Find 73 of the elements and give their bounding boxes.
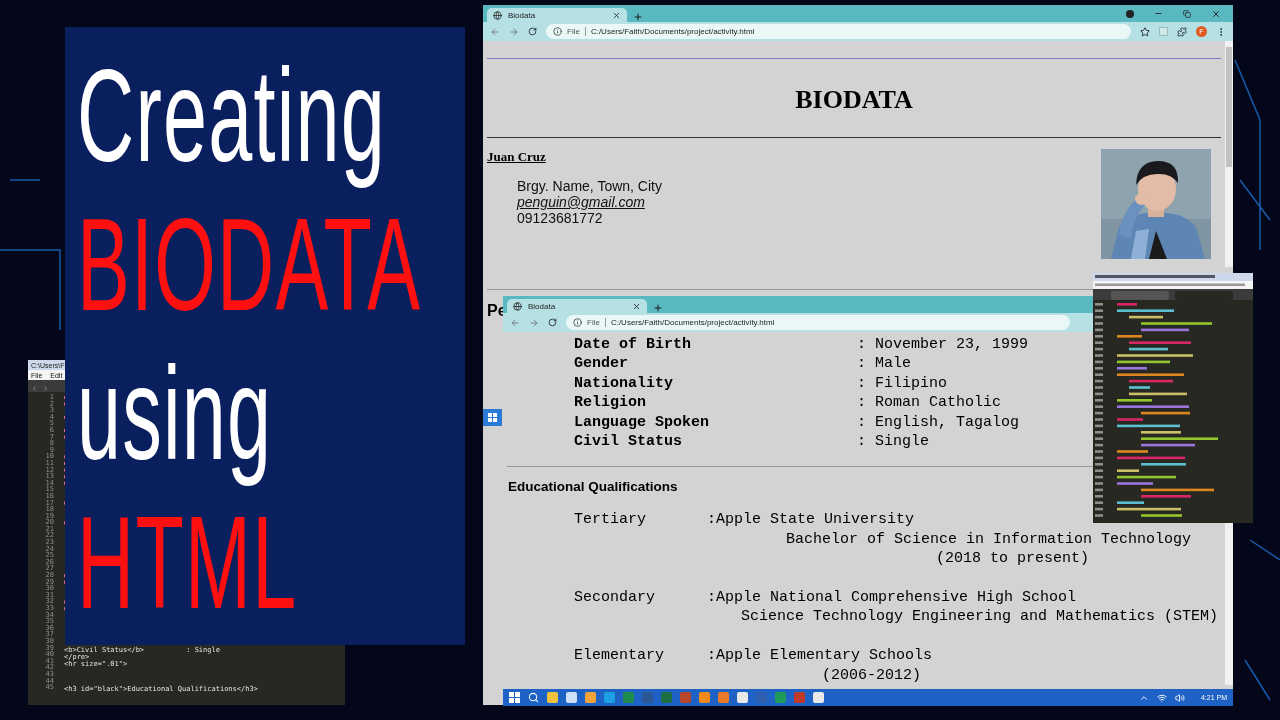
reload-icon[interactable] [528,27,537,36]
new-tab-icon[interactable] [653,303,663,313]
taskbar-app-icon[interactable] [737,692,748,703]
close-icon[interactable] [612,10,621,20]
info-icon [573,318,582,327]
tab-scroll-right-icon[interactable] [42,385,49,392]
title-text: HTML [77,488,298,638]
browser-tab[interactable]: Biodata [487,8,627,22]
taskbar-app-icon[interactable] [566,692,577,703]
taskbar-app-icon[interactable] [604,692,615,703]
wifi-icon[interactable] [1156,692,1167,703]
field-label: Date of Birth [574,335,693,355]
profile-icon[interactable] [1126,9,1134,18]
email-link[interactable]: penguin@gmail.com [517,194,662,210]
education-detail: :Apple Elementary Schools [707,646,933,666]
field-value: : Male [857,354,912,374]
title-text: Creating [77,41,386,191]
education-detail: Bachelor of Science in Information Technology [786,529,1192,550]
person-name: Juan Cruz [487,149,547,165]
puzzle-icon[interactable] [1177,26,1187,37]
taskbar-app-icon[interactable] [718,692,729,703]
scrollbar[interactable] [1225,520,1233,685]
close-icon[interactable] [1211,8,1221,19]
field-value: : Single [857,432,930,452]
address-bar[interactable]: File C:/Users/Faith/Documents/project/activity.html [546,24,1131,39]
forward-icon[interactable] [529,317,539,328]
address-line: Brgy. Name, Town, City [517,178,662,194]
title-text: BIODATA [77,190,422,340]
taskbar-app-icon[interactable] [585,692,596,703]
education-detail: :Apple National Comprehensive High School [707,588,1077,608]
new-tab-icon[interactable] [633,12,643,22]
close-icon[interactable] [632,301,641,311]
windows-logo-icon[interactable] [483,409,502,426]
field-value: : Roman Catholic [857,393,1003,413]
field-value: : November 23, 1999 [857,335,1030,355]
taskbar-app-icon[interactable] [699,692,710,703]
tab-scroll-left-icon[interactable] [31,385,38,392]
back-icon[interactable] [490,26,500,37]
address-bar[interactable]: File C:/Users/Faith/Documents/project/activity.html [566,315,1070,330]
restore-icon[interactable] [1183,9,1191,18]
info-icon [553,27,562,36]
education-level: Elementary [574,646,665,667]
education-detail: (2006-2012) [822,665,922,686]
address-line: 09123681772 [517,210,604,226]
page-heading: BIODATA [794,85,914,115]
search-icon[interactable] [528,692,539,703]
scrollbar[interactable] [1225,41,1233,267]
back-icon[interactable] [510,317,520,328]
forward-icon[interactable] [509,26,519,37]
globe-icon [493,10,502,20]
field-value: : Filipino [857,373,948,394]
reload-icon[interactable] [548,318,557,327]
education-detail: :Apple State University [707,510,915,530]
field-value: : English, Tagalog [857,412,1021,433]
windows-logo-icon[interactable] [509,692,520,703]
education-detail: (2018 to present) [936,549,1090,569]
extension-icon[interactable] [1159,27,1168,36]
globe-icon [513,301,522,311]
taskbar-app-icon[interactable] [775,692,786,703]
field-label: Gender [574,354,629,374]
education-detail: Science Technology Engineering and Mathematics (STEM) [741,607,1219,627]
field-label: Civil Status [574,432,684,452]
field-label: Language Spoken [574,412,711,433]
star-icon[interactable] [1140,26,1150,37]
field-label: Religion [574,393,647,413]
education-level: Tertiary [574,510,647,531]
field-label: Nationality [574,373,675,394]
section-heading: Educational Qualifications [508,479,678,495]
taskbar-app-icon[interactable] [547,692,558,703]
taskbar-app-icon[interactable] [813,692,824,703]
volume-icon[interactable] [1174,692,1185,703]
education-level: Secondary [574,588,656,609]
browser-tab[interactable]: Biodata [507,299,647,313]
